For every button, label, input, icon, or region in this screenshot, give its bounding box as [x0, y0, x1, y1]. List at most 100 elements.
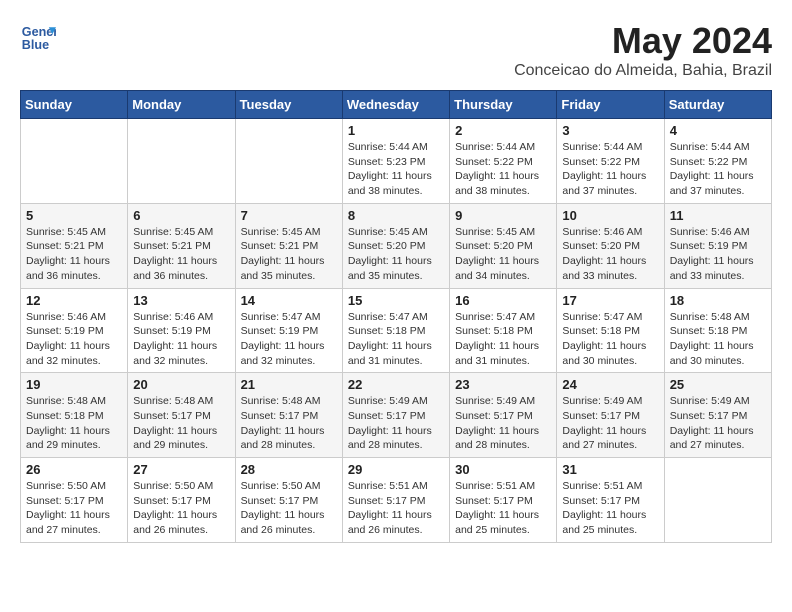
day-number: 27 [133, 462, 229, 477]
day-number: 20 [133, 377, 229, 392]
day-number: 29 [348, 462, 444, 477]
calendar-cell: 15 Sunrise: 5:47 AM Sunset: 5:18 PM Dayli… [342, 288, 449, 373]
weekday-header: Saturday [664, 91, 771, 119]
calendar-cell [128, 119, 235, 204]
day-number: 12 [26, 293, 122, 308]
calendar-table: SundayMondayTuesdayWednesdayThursdayFrid… [20, 90, 772, 543]
day-info: Sunrise: 5:50 AM Sunset: 5:17 PM Dayligh… [26, 479, 122, 538]
page-title: May 2024 [514, 20, 772, 62]
calendar-cell: 24 Sunrise: 5:49 AM Sunset: 5:17 PM Dayli… [557, 373, 664, 458]
day-info: Sunrise: 5:51 AM Sunset: 5:17 PM Dayligh… [455, 479, 551, 538]
calendar-cell: 26 Sunrise: 5:50 AM Sunset: 5:17 PM Dayli… [21, 458, 128, 543]
day-info: Sunrise: 5:50 AM Sunset: 5:17 PM Dayligh… [133, 479, 229, 538]
calendar-cell: 12 Sunrise: 5:46 AM Sunset: 5:19 PM Dayli… [21, 288, 128, 373]
weekday-header: Monday [128, 91, 235, 119]
calendar-cell: 18 Sunrise: 5:48 AM Sunset: 5:18 PM Dayli… [664, 288, 771, 373]
day-number: 31 [562, 462, 658, 477]
page-subtitle: Conceicao do Almeida, Bahia, Brazil [514, 62, 772, 80]
day-number: 11 [670, 208, 766, 223]
calendar-cell: 8 Sunrise: 5:45 AM Sunset: 5:20 PM Daylig… [342, 203, 449, 288]
day-info: Sunrise: 5:50 AM Sunset: 5:17 PM Dayligh… [241, 479, 337, 538]
day-info: Sunrise: 5:45 AM Sunset: 5:20 PM Dayligh… [348, 225, 444, 284]
day-number: 19 [26, 377, 122, 392]
day-number: 7 [241, 208, 337, 223]
calendar-week-row: 19 Sunrise: 5:48 AM Sunset: 5:18 PM Dayli… [21, 373, 772, 458]
day-number: 30 [455, 462, 551, 477]
day-number: 15 [348, 293, 444, 308]
calendar-cell: 23 Sunrise: 5:49 AM Sunset: 5:17 PM Dayli… [450, 373, 557, 458]
calendar-cell: 6 Sunrise: 5:45 AM Sunset: 5:21 PM Daylig… [128, 203, 235, 288]
day-info: Sunrise: 5:51 AM Sunset: 5:17 PM Dayligh… [348, 479, 444, 538]
day-number: 9 [455, 208, 551, 223]
logo: General Blue [20, 20, 56, 56]
day-number: 14 [241, 293, 337, 308]
calendar-week-row: 5 Sunrise: 5:45 AM Sunset: 5:21 PM Daylig… [21, 203, 772, 288]
day-info: Sunrise: 5:47 AM Sunset: 5:18 PM Dayligh… [455, 310, 551, 369]
day-info: Sunrise: 5:46 AM Sunset: 5:19 PM Dayligh… [26, 310, 122, 369]
day-number: 26 [26, 462, 122, 477]
calendar-cell: 5 Sunrise: 5:45 AM Sunset: 5:21 PM Daylig… [21, 203, 128, 288]
weekday-header: Wednesday [342, 91, 449, 119]
calendar-cell [21, 119, 128, 204]
calendar-cell: 7 Sunrise: 5:45 AM Sunset: 5:21 PM Daylig… [235, 203, 342, 288]
calendar-cell: 22Sunrise: 5:49 AM Sunset: 5:17 PM Dayli… [342, 373, 449, 458]
calendar-cell: 16Sunrise: 5:47 AM Sunset: 5:18 PM Dayli… [450, 288, 557, 373]
day-info: Sunrise: 5:47 AM Sunset: 5:18 PM Dayligh… [562, 310, 658, 369]
day-number: 21 [241, 377, 337, 392]
day-info: Sunrise: 5:48 AM Sunset: 5:18 PM Dayligh… [670, 310, 766, 369]
calendar-cell: 9 Sunrise: 5:45 AM Sunset: 5:20 PM Daylig… [450, 203, 557, 288]
calendar-week-row: 12 Sunrise: 5:46 AM Sunset: 5:19 PM Dayli… [21, 288, 772, 373]
day-info: Sunrise: 5:45 AM Sunset: 5:20 PM Dayligh… [455, 225, 551, 284]
day-info: Sunrise: 5:44 AM Sunset: 5:22 PM Dayligh… [670, 140, 766, 199]
title-block: May 2024 Conceicao do Almeida, Bahia, Br… [514, 20, 772, 80]
day-info: Sunrise: 5:44 AM Sunset: 5:22 PM Dayligh… [455, 140, 551, 199]
calendar-cell: 31Sunrise: 5:51 AM Sunset: 5:17 PM Dayli… [557, 458, 664, 543]
day-number: 23 [455, 377, 551, 392]
calendar-cell: 4Sunrise: 5:44 AM Sunset: 5:22 PM Daylig… [664, 119, 771, 204]
calendar-header-row: SundayMondayTuesdayWednesdayThursdayFrid… [21, 91, 772, 119]
day-info: Sunrise: 5:44 AM Sunset: 5:22 PM Dayligh… [562, 140, 658, 199]
calendar-cell [664, 458, 771, 543]
day-info: Sunrise: 5:48 AM Sunset: 5:17 PM Dayligh… [241, 394, 337, 453]
day-number: 18 [670, 293, 766, 308]
day-info: Sunrise: 5:47 AM Sunset: 5:19 PM Dayligh… [241, 310, 337, 369]
day-number: 1 [348, 123, 444, 138]
calendar-cell: 10 Sunrise: 5:46 AM Sunset: 5:20 PM Dayli… [557, 203, 664, 288]
day-info: Sunrise: 5:45 AM Sunset: 5:21 PM Dayligh… [133, 225, 229, 284]
day-info: Sunrise: 5:48 AM Sunset: 5:18 PM Dayligh… [26, 394, 122, 453]
day-info: Sunrise: 5:49 AM Sunset: 5:17 PM Dayligh… [455, 394, 551, 453]
day-info: Sunrise: 5:46 AM Sunset: 5:19 PM Dayligh… [133, 310, 229, 369]
calendar-cell: 21 Sunrise: 5:48 AM Sunset: 5:17 PM Dayli… [235, 373, 342, 458]
day-number: 22 [348, 377, 444, 392]
day-number: 8 [348, 208, 444, 223]
day-info: Sunrise: 5:46 AM Sunset: 5:20 PM Dayligh… [562, 225, 658, 284]
day-number: 3 [562, 123, 658, 138]
day-info: Sunrise: 5:46 AM Sunset: 5:19 PM Dayligh… [670, 225, 766, 284]
calendar-cell: 19 Sunrise: 5:48 AM Sunset: 5:18 PM Dayli… [21, 373, 128, 458]
calendar-cell: 1 Sunrise: 5:44 AM Sunset: 5:23 PM Daylig… [342, 119, 449, 204]
calendar-cell: 29 Sunrise: 5:51 AM Sunset: 5:17 PM Dayli… [342, 458, 449, 543]
calendar-cell: 27 Sunrise: 5:50 AM Sunset: 5:17 PM Dayli… [128, 458, 235, 543]
calendar-cell: 28Sunrise: 5:50 AM Sunset: 5:17 PM Dayli… [235, 458, 342, 543]
calendar-cell: 2 Sunrise: 5:44 AM Sunset: 5:22 PM Daylig… [450, 119, 557, 204]
day-number: 10 [562, 208, 658, 223]
calendar-cell [235, 119, 342, 204]
weekday-header: Tuesday [235, 91, 342, 119]
day-info: Sunrise: 5:49 AM Sunset: 5:17 PM Dayligh… [562, 394, 658, 453]
calendar-cell: 25Sunrise: 5:49 AM Sunset: 5:17 PM Dayli… [664, 373, 771, 458]
calendar-cell: 11 Sunrise: 5:46 AM Sunset: 5:19 PM Dayli… [664, 203, 771, 288]
day-info: Sunrise: 5:45 AM Sunset: 5:21 PM Dayligh… [241, 225, 337, 284]
day-info: Sunrise: 5:45 AM Sunset: 5:21 PM Dayligh… [26, 225, 122, 284]
calendar-cell: 3 Sunrise: 5:44 AM Sunset: 5:22 PM Daylig… [557, 119, 664, 204]
day-number: 25 [670, 377, 766, 392]
calendar-cell: 30 Sunrise: 5:51 AM Sunset: 5:17 PM Dayli… [450, 458, 557, 543]
weekday-header: Sunday [21, 91, 128, 119]
weekday-header: Friday [557, 91, 664, 119]
day-number: 24 [562, 377, 658, 392]
day-number: 6 [133, 208, 229, 223]
day-info: Sunrise: 5:47 AM Sunset: 5:18 PM Dayligh… [348, 310, 444, 369]
day-info: Sunrise: 5:44 AM Sunset: 5:23 PM Dayligh… [348, 140, 444, 199]
day-number: 2 [455, 123, 551, 138]
page-header: General Blue May 2024 Conceicao do Almei… [20, 20, 772, 80]
day-number: 5 [26, 208, 122, 223]
